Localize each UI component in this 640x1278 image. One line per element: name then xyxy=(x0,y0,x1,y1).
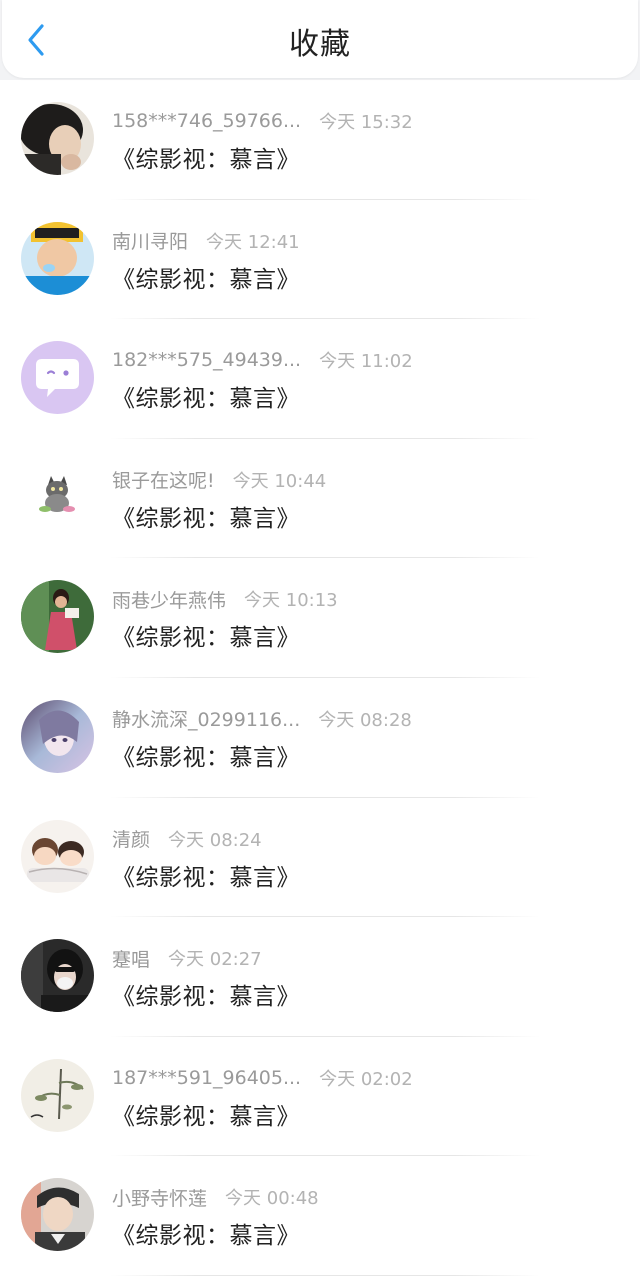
item-meta: 蹇唱 今天 02:27 xyxy=(112,943,262,973)
item-meta: 187***591_96405... 今天 02:02 xyxy=(112,1063,413,1093)
book-title[interactable]: 《综影视：慕言》 xyxy=(112,1216,300,1250)
username[interactable]: 182***575_49439... xyxy=(112,349,301,371)
user-avatar[interactable] xyxy=(21,1178,94,1252)
person-photo-avatar xyxy=(21,1178,94,1252)
username[interactable]: 蹇唱 xyxy=(112,945,150,972)
username[interactable]: 187***591_96405... xyxy=(112,1067,301,1089)
person-photo-avatar xyxy=(21,102,94,175)
book-title[interactable]: 《综影视：慕言》 xyxy=(112,618,300,652)
item-meta: 银子在这呢! 今天 10:44 xyxy=(112,465,326,495)
list-item[interactable]: 南川寻阳 今天 12:41 《综影视：慕言》 xyxy=(0,200,640,320)
timestamp: 今天 10:44 xyxy=(232,470,327,492)
user-avatar[interactable] xyxy=(21,819,94,893)
user-avatar[interactable] xyxy=(21,580,94,654)
list-item[interactable]: 雨巷少年燕伟 今天 10:13 《综影视：慕言》 xyxy=(0,558,640,678)
book-title[interactable]: 《综影视：慕言》 xyxy=(112,738,300,772)
list-item[interactable]: 小野寺怀莲 今天 00:48 《综影视：慕言》 xyxy=(0,1156,640,1276)
timestamp: 今天 11:02 xyxy=(319,351,413,373)
list-item[interactable]: 182***575_49439... 今天 11:02 《综影视：慕言》 xyxy=(0,319,640,439)
item-meta: 158***746_59766... 今天 15:32 xyxy=(112,106,413,136)
book-title[interactable]: 《综影视：慕言》 xyxy=(112,499,300,533)
list-item[interactable]: 清颜 今天 08:24 《综影视：慕言》 xyxy=(0,798,640,918)
anime-portrait-avatar xyxy=(21,699,94,773)
username[interactable]: 清颜 xyxy=(112,825,150,852)
timestamp: 今天 02:27 xyxy=(168,949,262,971)
masked-person-avatar xyxy=(21,939,94,1013)
username[interactable]: 158***746_59766... xyxy=(112,110,301,132)
timestamp: 今天 10:13 xyxy=(244,590,338,612)
book-title[interactable]: 《综影视：慕言》 xyxy=(112,1097,300,1131)
item-meta: 雨巷少年燕伟 今天 10:13 xyxy=(112,584,338,614)
username[interactable]: 雨巷少年燕伟 xyxy=(112,586,226,613)
header-bar: 收藏 xyxy=(0,0,640,80)
book-title[interactable]: 《综影视：慕言》 xyxy=(112,977,300,1011)
divider xyxy=(110,1274,540,1276)
timestamp: 今天 02:02 xyxy=(319,1068,413,1090)
user-avatar[interactable] xyxy=(21,939,94,1013)
list-item[interactable]: 蹇唱 今天 02:27 《综影视：慕言》 xyxy=(0,917,640,1037)
username[interactable]: 银子在这呢! xyxy=(112,466,215,493)
user-avatar[interactable] xyxy=(21,699,94,773)
book-title[interactable]: 《综影视：慕言》 xyxy=(112,858,300,892)
cartoon-couple-avatar xyxy=(21,819,94,893)
ink-painting-avatar xyxy=(21,1058,94,1132)
person-photo-avatar xyxy=(21,580,94,654)
username[interactable]: 南川寻阳 xyxy=(112,227,188,254)
cat-avatar xyxy=(21,460,94,534)
user-avatar[interactable] xyxy=(21,341,94,415)
list-item[interactable]: 银子在这呢! 今天 10:44 《综影视：慕言》 xyxy=(0,439,640,559)
item-meta: 南川寻阳 今天 12:41 xyxy=(112,226,300,256)
user-avatar[interactable] xyxy=(21,221,94,295)
item-meta: 182***575_49439... 今天 11:02 xyxy=(112,345,413,375)
timestamp: 今天 15:32 xyxy=(319,112,413,133)
book-title[interactable]: 《综影视：慕言》 xyxy=(112,140,300,174)
item-meta: 小野寺怀莲 今天 00:48 xyxy=(112,1182,319,1212)
book-title[interactable]: 《综影视：慕言》 xyxy=(112,260,300,294)
timestamp: 今天 00:48 xyxy=(225,1188,319,1210)
child-photo-avatar xyxy=(21,221,94,295)
user-avatar[interactable] xyxy=(21,460,94,534)
item-meta: 静水流深_0299116... 今天 08:28 xyxy=(112,704,412,734)
favorites-list: 158***746_59766... 今天 15:32 《综影视：慕言》 南川寻… xyxy=(0,80,640,1276)
list-item[interactable]: 158***746_59766... 今天 15:32 《综影视：慕言》 xyxy=(0,80,640,200)
username[interactable]: 小野寺怀莲 xyxy=(112,1184,207,1211)
user-avatar[interactable] xyxy=(21,102,94,175)
timestamp: 今天 08:28 xyxy=(318,709,412,731)
list-item[interactable]: 静水流深_0299116... 今天 08:28 《综影视：慕言》 xyxy=(0,678,640,798)
username[interactable]: 静水流深_0299116... xyxy=(112,705,300,732)
timestamp: 今天 08:24 xyxy=(168,829,262,851)
chat-bubble-avatar xyxy=(21,341,94,415)
user-avatar[interactable] xyxy=(21,1058,94,1132)
page-title: 收藏 xyxy=(289,27,351,62)
book-title[interactable]: 《综影视：慕言》 xyxy=(112,379,300,413)
timestamp: 今天 12:41 xyxy=(206,231,300,253)
item-meta: 清颜 今天 08:24 xyxy=(112,824,262,854)
list-item[interactable]: 187***591_96405... 今天 02:02 《综影视：慕言》 xyxy=(0,1037,640,1157)
